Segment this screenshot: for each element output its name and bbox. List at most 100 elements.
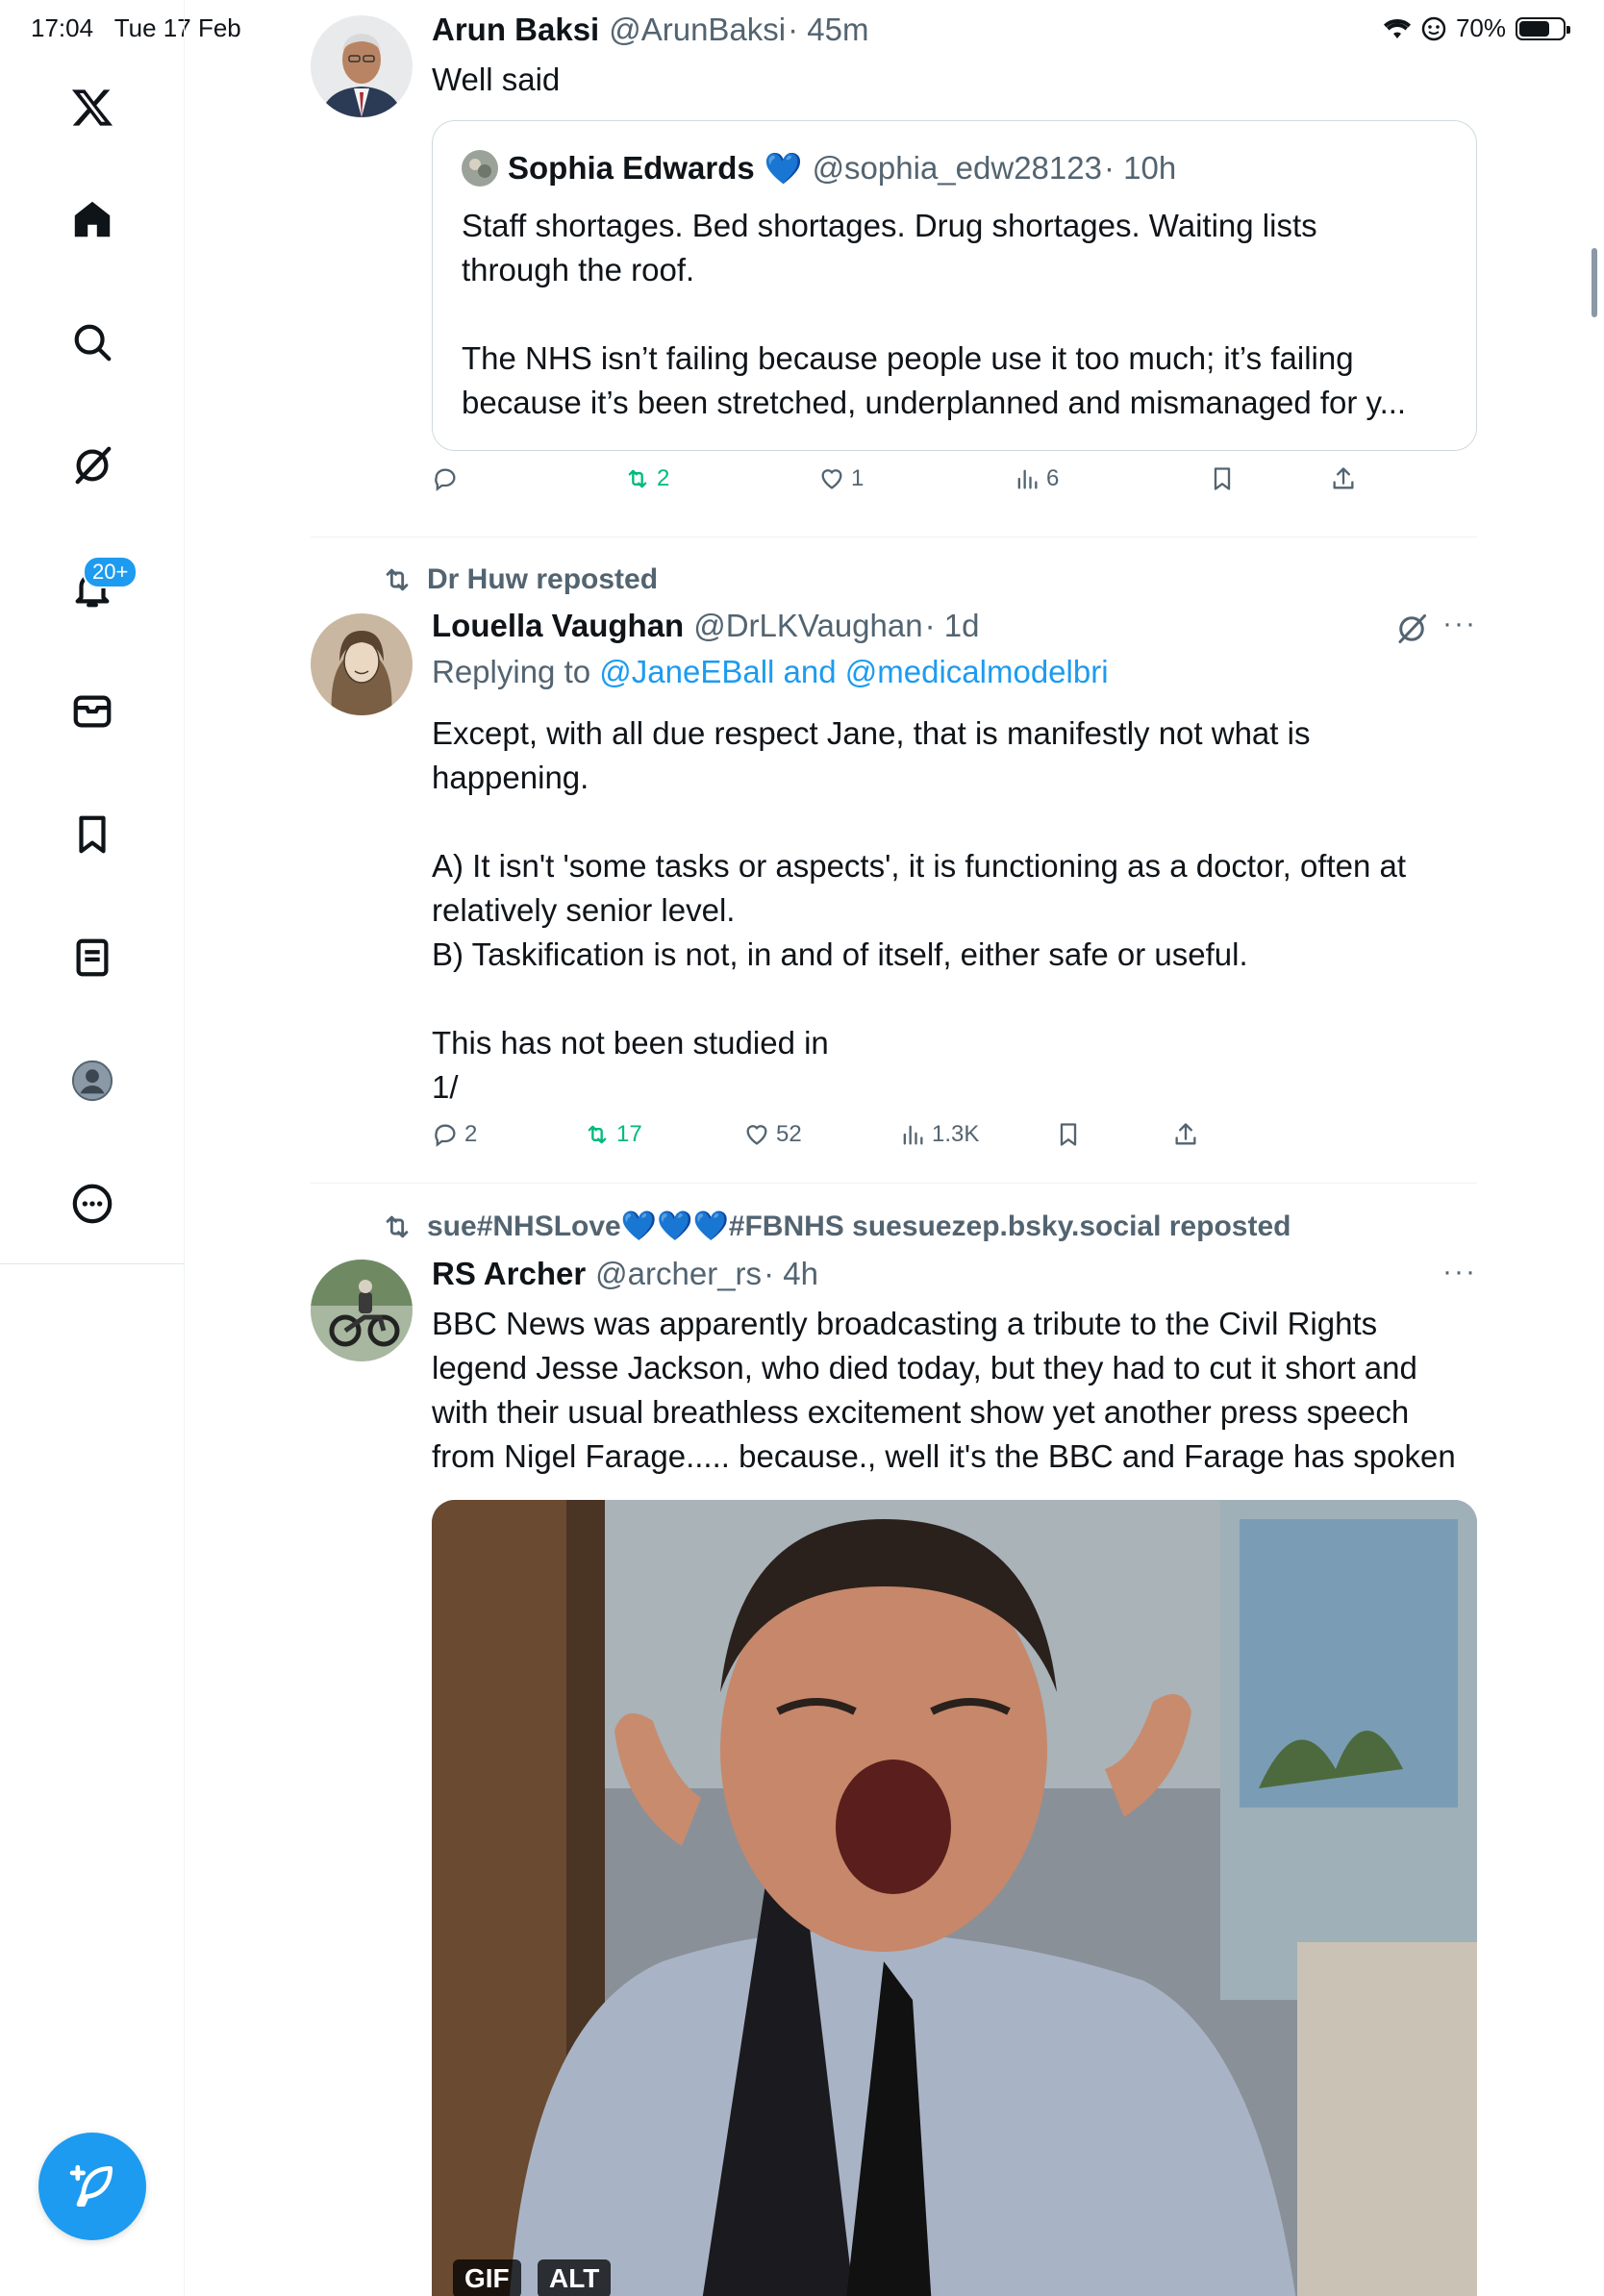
reposted-by[interactable]: Dr Huw reposted bbox=[381, 563, 658, 596]
post-header: Louella Vaughan @DrLKVaughan · 1d bbox=[432, 608, 979, 644]
replying-prefix: Replying to bbox=[432, 654, 591, 689]
wifi-icon bbox=[1383, 18, 1411, 38]
quote-time: · 10h bbox=[1103, 150, 1177, 186]
post-text-line: legend Jesse Jackson, who died today, bu… bbox=[432, 1350, 1417, 1385]
gif-badge: GIF bbox=[453, 2259, 521, 2296]
repost-button[interactable]: 17 bbox=[584, 1121, 642, 1148]
repost-count: 2 bbox=[657, 465, 670, 491]
heart-icon bbox=[821, 469, 842, 489]
search-icon[interactable] bbox=[54, 304, 131, 381]
gif-image bbox=[432, 1500, 1477, 2296]
post-text-line: BBC News was apparently broadcasting a t… bbox=[432, 1306, 1378, 1341]
avatar[interactable] bbox=[311, 15, 413, 117]
author-name[interactable]: RS Archer bbox=[432, 1256, 586, 1292]
views-count: 6 bbox=[1046, 465, 1060, 491]
list-icon[interactable] bbox=[54, 919, 131, 996]
grok-icon[interactable] bbox=[54, 427, 131, 504]
author-name[interactable]: Arun Baksi bbox=[432, 12, 599, 48]
blue-heart-icon: 💙 bbox=[764, 151, 803, 186]
reply-button[interactable] bbox=[432, 465, 464, 492]
compose-button[interactable] bbox=[38, 2133, 146, 2240]
share-icon bbox=[1333, 467, 1354, 489]
like-button[interactable]: 52 bbox=[743, 1121, 802, 1148]
share-icon bbox=[1175, 1123, 1196, 1145]
sidebar: 20+ bbox=[0, 0, 185, 2296]
repost-button[interactable]: 2 bbox=[624, 465, 669, 492]
home-icon[interactable] bbox=[54, 181, 131, 258]
reply-button[interactable]: 2 bbox=[432, 1121, 477, 1148]
share-button[interactable] bbox=[1330, 465, 1357, 492]
more-icon[interactable] bbox=[54, 1165, 131, 1242]
heart-icon bbox=[746, 1125, 767, 1145]
post-text: Well said bbox=[432, 62, 561, 97]
post-text-line: A) It isn't 'some tasks or aspects', it … bbox=[432, 848, 1407, 884]
post-text-line: This has not been studied in bbox=[432, 1025, 829, 1061]
repost-count: 17 bbox=[616, 1121, 642, 1147]
gif-media[interactable]: GIF ALT bbox=[432, 1500, 1477, 2296]
bookmark-icon[interactable] bbox=[54, 796, 131, 873]
sidebar-divider bbox=[0, 1263, 185, 1264]
author-handle[interactable]: @archer_rs bbox=[595, 1256, 762, 1292]
notification-badge: 20+ bbox=[83, 556, 138, 588]
quote-text-line: The NHS isn’t failing because people use… bbox=[462, 340, 1354, 376]
x-logo-icon[interactable] bbox=[54, 69, 131, 146]
author-name[interactable]: Louella Vaughan bbox=[432, 608, 684, 644]
alt-badge[interactable]: ALT bbox=[538, 2259, 612, 2296]
status-indicators: 70% bbox=[1383, 13, 1570, 43]
bookmark-icon bbox=[1060, 1123, 1077, 1146]
reposted-by-text: sue#NHSLove💙💙💙#FBNHS suesuezep.bsky.soci… bbox=[427, 1210, 1291, 1242]
quote-author-handle: @sophia_edw28123 bbox=[812, 150, 1102, 186]
mail-icon[interactable] bbox=[54, 673, 131, 750]
share-button[interactable] bbox=[1172, 1121, 1199, 1148]
like-count: 52 bbox=[776, 1121, 802, 1147]
quote-author-name: Sophia Edwards bbox=[508, 150, 755, 186]
post-text-line: relatively senior level. bbox=[432, 892, 736, 928]
quote-text-line: Staff shortages. Bed shortages. Drug sho… bbox=[462, 208, 1317, 243]
quote-text-line: through the roof. bbox=[462, 252, 695, 287]
repost-icon bbox=[588, 1125, 607, 1144]
replying-to-links[interactable]: @JaneEBall and @medicalmodelbri bbox=[599, 654, 1108, 689]
battery-icon bbox=[1516, 16, 1570, 40]
profile-icon[interactable] bbox=[54, 1042, 131, 1119]
post-actions: 2 1 6 bbox=[432, 465, 1477, 508]
post-text-line: happening. bbox=[432, 760, 589, 795]
battery-level bbox=[1519, 20, 1549, 37]
post-text-line: 1/ bbox=[432, 1069, 459, 1105]
post-header: RS Archer @archer_rs · 4h bbox=[432, 1256, 818, 1292]
bookmark-button[interactable] bbox=[1055, 1121, 1082, 1148]
post-time[interactable]: · 45m bbox=[788, 12, 868, 48]
reposted-by[interactable]: sue#NHSLove💙💙💙#FBNHS suesuezep.bsky.soci… bbox=[381, 1210, 1291, 1243]
more-options-icon[interactable]: ··· bbox=[1442, 1256, 1477, 1288]
like-button[interactable]: 1 bbox=[818, 465, 864, 492]
more-options-icon[interactable]: ··· bbox=[1442, 608, 1477, 640]
quote-avatar bbox=[462, 150, 498, 187]
quote-text: Staff shortages. Bed shortages. Drug sho… bbox=[462, 204, 1406, 425]
views-icon bbox=[1017, 469, 1038, 489]
author-handle[interactable]: @DrLKVaughan bbox=[693, 608, 922, 644]
author-handle[interactable]: @ArunBaksi bbox=[609, 12, 786, 48]
repost-icon bbox=[628, 469, 647, 488]
post-text-line: B) Taskification is not, in and of itsel… bbox=[432, 936, 1248, 972]
grok-explain-icon[interactable] bbox=[1394, 611, 1429, 646]
quote-text-line: because it’s been stretched, underplanne… bbox=[462, 385, 1407, 420]
reply-icon bbox=[435, 1124, 456, 1147]
quote-header: Sophia Edwards 💙 @sophia_edw28123 · 10h bbox=[462, 150, 1176, 187]
quoted-post[interactable]: Sophia Edwards 💙 @sophia_edw28123 · 10h … bbox=[432, 120, 1477, 451]
post-time[interactable]: · 1d bbox=[925, 608, 980, 644]
views-count: 1.3K bbox=[932, 1121, 980, 1147]
views-button[interactable]: 6 bbox=[1014, 465, 1059, 492]
post-actions: 2 17 52 1.3K bbox=[432, 1121, 1477, 1163]
post-text-line: Except, with all due respect Jane, that … bbox=[432, 715, 1311, 751]
scrollbar[interactable] bbox=[1591, 248, 1597, 317]
avatar[interactable] bbox=[311, 1260, 413, 1361]
bookmark-button[interactable] bbox=[1209, 465, 1236, 492]
replying-to: Replying to @JaneEBall and @medicalmodel… bbox=[432, 654, 1109, 690]
views-button[interactable]: 1.3K bbox=[899, 1121, 979, 1148]
reply-icon bbox=[435, 468, 456, 491]
repost-icon bbox=[386, 568, 409, 591]
post-time[interactable]: · 4h bbox=[764, 1256, 818, 1292]
post-divider bbox=[311, 1183, 1477, 1184]
avatar[interactable] bbox=[311, 613, 413, 715]
focus-icon bbox=[1421, 16, 1446, 40]
like-count: 1 bbox=[851, 465, 865, 491]
